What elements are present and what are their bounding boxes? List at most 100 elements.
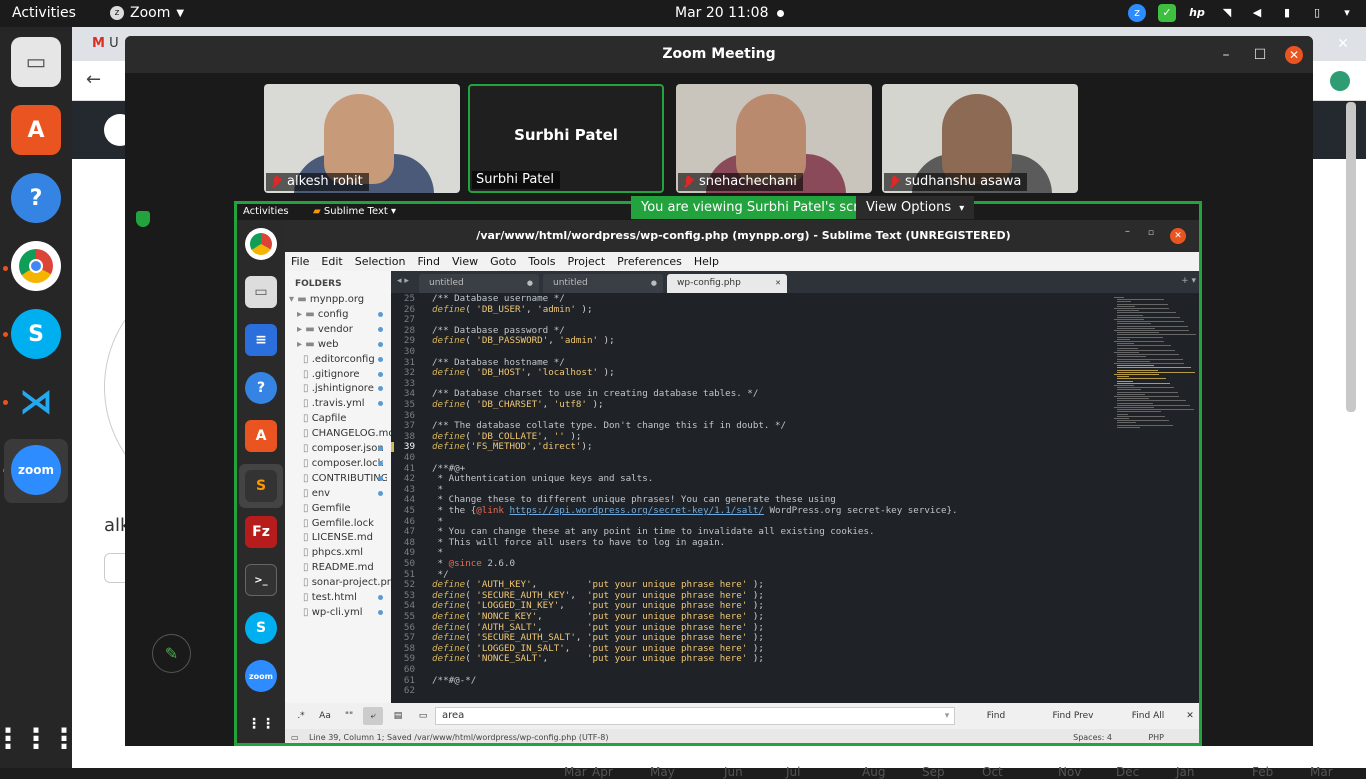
hp-tray-icon[interactable]: hp	[1188, 4, 1206, 22]
tab-inactive: untitled ●	[543, 274, 663, 293]
encryption-shield-icon[interactable]	[136, 211, 150, 227]
ubuntu-top-bar: Activities z Zoom ▼ Mar 20 11:08 z ✓ hp …	[0, 0, 1366, 27]
app-menu[interactable]: z Zoom ▼	[110, 5, 184, 21]
view-options-button[interactable]: View Options ▾	[856, 196, 975, 219]
security-tray-icon[interactable]: ✓	[1158, 4, 1176, 22]
minimap-line	[1114, 374, 1159, 375]
chrome-icon[interactable]	[11, 241, 61, 291]
profile-avatar[interactable]	[1330, 71, 1350, 91]
find-panel: .* Aa "" ⤶ ▤ ▭ area ▾ Find Find Prev Fin…	[285, 703, 1199, 729]
calendar-month-label: Apr	[592, 765, 613, 779]
activities-button[interactable]: Activities	[12, 5, 76, 21]
vscode-icon[interactable]: ⋊	[11, 377, 61, 427]
help-icon: ?	[245, 372, 277, 404]
ubuntu-dock: ▭ A ? S ⋊ zoom ⋮⋮⋮	[0, 27, 78, 768]
git-status-dot	[378, 401, 383, 407]
sidebar-item: ▯ wp-cli.yml	[303, 605, 387, 620]
browser-scrollbar[interactable]	[1346, 102, 1356, 412]
annotate-pencil-icon[interactable]: ✎	[152, 634, 191, 673]
participant-tile-active-speaker[interactable]: Surbhi Patel Surbhi Patel	[468, 84, 664, 193]
menu-item-preferences: Preferences	[617, 255, 682, 268]
minimap-line	[1117, 314, 1143, 316]
menu-item-project: Project	[567, 255, 606, 268]
maximize-icon[interactable]: ☐	[1251, 46, 1269, 64]
code-text: define( 'AUTH_KEY', 'put your unique phr…	[432, 579, 764, 591]
zoom-tray-icon[interactable]: z	[1128, 4, 1146, 22]
zoom-title: Zoom Meeting	[125, 36, 1313, 73]
minimap-line	[1114, 341, 1164, 342]
terminal-icon: >_	[245, 564, 277, 596]
code-line: 40	[391, 452, 1111, 464]
sidebar-item-label: wp-cli.yml	[311, 606, 363, 618]
participant-tile[interactable]: sudhanshu asawa	[882, 84, 1078, 193]
sidebar-item-label: config	[317, 308, 349, 320]
tab-inactive: untitled ●	[419, 274, 539, 293]
minimap-line	[1117, 411, 1161, 413]
sidebar-item: ▯ composer.json	[303, 441, 387, 456]
code-line: 26 define( 'DB_USER', 'admin' );	[391, 304, 1111, 316]
clock[interactable]: Mar 20 11:08	[675, 5, 768, 21]
participant-name-bar: sudhanshu asawa	[884, 173, 1028, 191]
minimap	[1110, 293, 1199, 433]
sublime-sidebar: FOLDERS ▾ ▬ mynpp.org ▸ ▬ config ▸ ▬ vendo…	[285, 271, 401, 719]
sidebar-item: ▯ env	[303, 486, 387, 501]
participant-tile[interactable]: alkesh rohit	[264, 84, 460, 193]
browser-close-icon[interactable]: ✕	[1334, 35, 1352, 53]
sublime-text-icon: S	[245, 470, 277, 502]
sidebar-item-label: CONTRIBUTING.md	[311, 472, 387, 484]
participant-tile[interactable]: snehachechani	[676, 84, 872, 193]
line-number: 25	[403, 293, 415, 304]
minimap-line	[1117, 301, 1131, 303]
zoom-app-icon: z	[110, 6, 124, 20]
browser-tab-gmail[interactable]: M U	[92, 36, 119, 51]
minimap-line	[1117, 376, 1129, 378]
zoom-icon[interactable]: zoom	[11, 445, 61, 495]
minimap-line	[1117, 347, 1138, 349]
tab-label: untitled	[429, 278, 464, 288]
maximize-icon: ▫	[1147, 228, 1154, 238]
zoom-meeting-window: Zoom Meeting – ☐ ✕ alkesh rohit Surbhi P…	[125, 36, 1313, 746]
minimap-line	[1117, 424, 1173, 426]
sidebar-item: ▯ Capfile	[303, 411, 401, 426]
minimap-line	[1117, 360, 1150, 362]
participant-video-face	[736, 94, 806, 184]
chrome-logo	[250, 233, 272, 255]
file-icon: ▯	[303, 428, 312, 440]
minimap-line	[1117, 371, 1195, 373]
shared-screen[interactable]: Activities ▰ Sublime Text ▾ ▭ ≡ ? A S Fz…	[234, 201, 1202, 746]
files-icon[interactable]: ▭	[11, 37, 61, 87]
shared-dock: ▭ ≡ ? A S Fz >_ S zoom ⋮⋮	[237, 220, 285, 743]
microphone-icon[interactable]: ▮	[1278, 4, 1296, 22]
minimap-line	[1117, 305, 1135, 307]
chevron-down-icon[interactable]: ▾	[1338, 4, 1356, 22]
minimap-line	[1117, 334, 1196, 336]
sidebar-item: ▯ sonar-project.properties	[303, 575, 401, 590]
syntax-status: PHP	[1148, 733, 1164, 742]
participant-video-face	[942, 94, 1012, 184]
minimap-line	[1117, 369, 1158, 371]
volume-icon[interactable]: ◀	[1248, 4, 1266, 22]
help-icon[interactable]: ?	[11, 173, 61, 223]
close-icon[interactable]: ✕	[1285, 46, 1303, 64]
running-indicator	[3, 400, 8, 405]
regex-toggle: .*	[297, 711, 305, 721]
code-line: 60	[391, 664, 1111, 676]
menu-item-find: Find	[417, 255, 440, 268]
sidebar-item-label: Gemfile.lock	[311, 517, 374, 529]
whole-word-toggle: ""	[344, 711, 354, 721]
skype-icon[interactable]: S	[11, 309, 61, 359]
code-text: define( 'DB_CHARSET', 'utf8' );	[432, 399, 604, 410]
shared-app-menu: ▰ Sublime Text ▾	[313, 206, 396, 217]
line-number: 35	[403, 399, 415, 410]
system-tray[interactable]: z ✓ hp ◥ ◀ ▮ ▯ ▾	[1128, 4, 1356, 22]
show-applications-icon[interactable]: ⋮⋮⋮	[0, 713, 78, 763]
minimap-line	[1117, 367, 1191, 369]
minimize-icon[interactable]: –	[1217, 46, 1235, 64]
software-center-icon[interactable]: A	[11, 105, 61, 155]
wifi-icon[interactable]: ◥	[1218, 4, 1236, 22]
calendar-month-label: Nov	[1058, 765, 1082, 779]
back-arrow-icon[interactable]: ←	[86, 69, 101, 90]
minimap-line	[1117, 422, 1136, 424]
battery-icon[interactable]: ▯	[1308, 4, 1326, 22]
tab-dirty-dot-icon: ●	[526, 279, 533, 287]
